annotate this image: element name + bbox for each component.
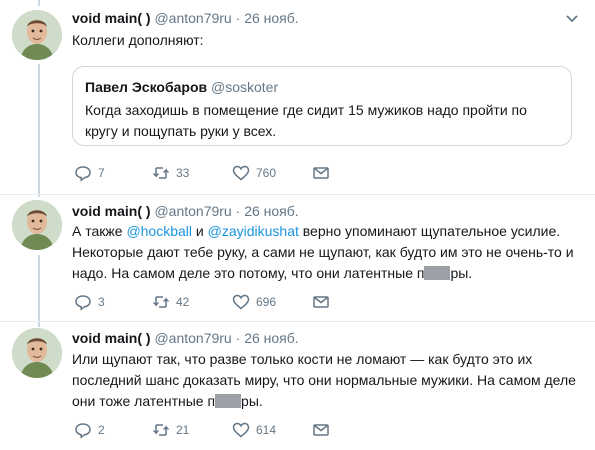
quoted-author-handle: @soskoter <box>211 79 279 95</box>
avatar[interactable] <box>12 328 62 378</box>
separator-dot: · <box>235 203 241 219</box>
chevron-down-icon[interactable] <box>565 14 579 24</box>
tweet-actions: 7 33 760 <box>72 163 372 183</box>
like-count: 614 <box>256 423 277 437</box>
tweet-text: Коллеги дополняют: <box>72 32 204 48</box>
reply-button[interactable]: 7 <box>74 163 105 183</box>
text-segment: ры. <box>241 393 263 409</box>
reply-icon <box>75 423 91 439</box>
tweet[interactable]: void main( ) @anton79ru · 26 нояб. Или щ… <box>0 322 595 450</box>
reply-count: 3 <box>98 295 105 309</box>
retweet-icon <box>152 167 170 179</box>
tweet[interactable]: void main( ) @anton79ru · 26 нояб. Колле… <box>0 0 595 192</box>
envelope-icon <box>313 167 329 179</box>
tweet-date[interactable]: 26 нояб. <box>244 10 298 26</box>
tweet-text: Или щупают так, что разве только кости н… <box>72 349 577 412</box>
separator-dot: · <box>235 330 241 346</box>
text-segment: Или щупают так, что разве только кости н… <box>72 351 576 409</box>
separator-dot: · <box>235 10 241 26</box>
like-button[interactable]: 696 <box>232 292 276 312</box>
reply-icon <box>75 166 91 182</box>
reply-icon <box>75 295 91 311</box>
author-name[interactable]: void main( ) <box>72 10 151 26</box>
retweet-button[interactable]: 42 <box>152 292 189 312</box>
tweet-text: А также @hockball и @zayidikushat верно … <box>72 221 577 284</box>
retweet-count: 33 <box>176 166 190 180</box>
author-name[interactable]: void main( ) <box>72 330 151 346</box>
heart-icon <box>232 294 250 310</box>
author-name[interactable]: void main( ) <box>72 203 151 219</box>
like-button[interactable]: 760 <box>232 163 276 183</box>
author-handle[interactable]: @anton79ru <box>154 330 231 346</box>
message-button[interactable] <box>312 420 330 440</box>
message-button[interactable] <box>312 163 330 183</box>
retweet-count: 42 <box>176 295 190 309</box>
tweet-header: void main( ) @anton79ru · 26 нояб. <box>72 10 299 26</box>
author-handle[interactable]: @anton79ru <box>154 10 231 26</box>
tweet-header: void main( ) @anton79ru · 26 нояб. <box>72 203 299 219</box>
tweet[interactable]: void main( ) @anton79ru · 26 нояб. А так… <box>0 195 595 320</box>
censor-block <box>215 394 242 408</box>
like-button[interactable]: 614 <box>232 420 276 440</box>
quoted-tweet-header: Павел Эскобаров @soskoter <box>85 79 278 95</box>
quoted-author-name: Павел Эскобаров <box>85 79 208 95</box>
text-segment: и <box>192 223 208 239</box>
retweet-icon <box>152 424 170 436</box>
retweet-button[interactable]: 21 <box>152 420 189 440</box>
censor-block <box>424 266 451 280</box>
quoted-tweet[interactable]: Павел Эскобаров @soskoter Когда заходишь… <box>72 66 572 146</box>
retweet-button[interactable]: 33 <box>152 163 189 183</box>
envelope-icon <box>313 424 329 436</box>
retweet-icon <box>152 296 170 308</box>
mention-link[interactable]: @hockball <box>126 223 192 239</box>
avatar[interactable] <box>12 10 62 60</box>
author-handle[interactable]: @anton79ru <box>154 203 231 219</box>
like-count: 696 <box>256 295 277 309</box>
heart-icon <box>232 165 250 181</box>
text-segment: ры. <box>450 265 473 281</box>
avatar[interactable] <box>12 200 62 250</box>
tweet-date[interactable]: 26 нояб. <box>244 203 298 219</box>
like-count: 760 <box>256 166 277 180</box>
tweet-actions: 3 42 696 <box>72 292 372 312</box>
tweet-actions: 2 21 614 <box>72 420 372 440</box>
mention-link[interactable]: @zayidikushat <box>208 223 299 239</box>
retweet-count: 21 <box>176 423 190 437</box>
envelope-icon <box>313 296 329 308</box>
reply-button[interactable]: 3 <box>74 292 105 312</box>
message-button[interactable] <box>312 292 330 312</box>
heart-icon <box>232 422 250 438</box>
reply-count: 2 <box>98 423 105 437</box>
tweet-header: void main( ) @anton79ru · 26 нояб. <box>72 330 299 346</box>
quoted-tweet-text: Когда заходишь в помещение где сидит 15 … <box>85 102 527 139</box>
text-segment: А также <box>72 223 127 239</box>
reply-button[interactable]: 2 <box>74 420 105 440</box>
reply-count: 7 <box>98 166 105 180</box>
tweet-date[interactable]: 26 нояб. <box>244 330 298 346</box>
